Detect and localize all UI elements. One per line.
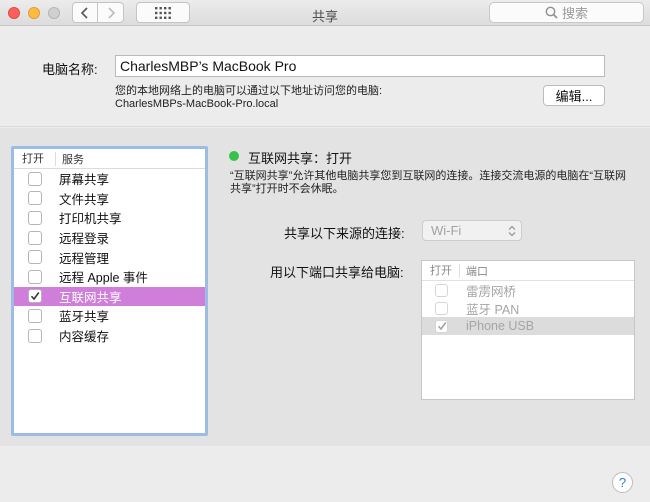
search-field[interactable]: 搜索	[489, 2, 644, 23]
port-row[interactable]: 蓝牙 PAN	[422, 299, 634, 317]
service-row[interactable]: 屏幕共享	[14, 169, 205, 189]
ports-header: 打开 端口	[422, 261, 634, 281]
sharing-status: 互联网共享：打开	[248, 151, 353, 166]
service-checkbox[interactable]	[28, 250, 42, 265]
port-row[interactable]: iPhone USB	[422, 317, 634, 335]
service-label: 屏幕共享	[59, 173, 110, 188]
ports-list[interactable]: 打开 端口 雷雳网桥蓝牙 PAN iPhone USB	[421, 260, 635, 400]
services-list[interactable]: 打开 服务 屏幕共享文件共享打印机共享远程登录远程管理远程 Apple 事件 互联…	[11, 146, 208, 436]
local-address-hint: 您的本地网络上的电脑可以通过以下地址访问您的电脑:	[115, 85, 383, 97]
checkmark-icon	[437, 322, 446, 331]
title-bar: 共享 搜索	[0, 0, 650, 26]
service-label: 文件共享	[59, 192, 110, 207]
port-checkbox[interactable]	[435, 301, 448, 315]
service-label: 内容缓存	[59, 330, 110, 345]
share-to-label: 用以下端口共享给电脑:	[270, 265, 404, 280]
checkmark-icon	[30, 292, 40, 301]
service-row[interactable]: 远程 Apple 事件	[14, 267, 205, 287]
search-icon	[545, 6, 558, 19]
service-row[interactable]: 打印机共享	[14, 208, 205, 228]
help-button[interactable]: ?	[612, 472, 633, 493]
service-checkbox[interactable]	[28, 328, 42, 343]
service-checkbox[interactable]	[28, 171, 42, 186]
service-checkbox[interactable]	[28, 289, 42, 304]
service-row[interactable]: 内容缓存	[14, 326, 205, 346]
services-header: 打开 服务	[14, 149, 205, 169]
ports-column-open[interactable]: 打开	[422, 263, 460, 278]
service-row[interactable]: 蓝牙共享	[14, 306, 205, 326]
column-header-open[interactable]: 打开	[14, 151, 56, 166]
service-checkbox[interactable]	[28, 210, 42, 225]
port-checkbox[interactable]	[435, 283, 448, 297]
computer-name-section: 电脑名称: CharlesMBP’s MacBook Pro 您的本地网络上的电…	[0, 27, 650, 127]
edit-hostname-button[interactable]: 编辑...	[543, 85, 605, 106]
port-row[interactable]: 雷雳网桥	[422, 281, 634, 299]
port-checkbox[interactable]	[435, 319, 448, 333]
computer-name-input[interactable]: CharlesMBP’s MacBook Pro	[115, 55, 605, 77]
service-row[interactable]: 文件共享	[14, 189, 205, 209]
share-from-value: Wi-Fi	[431, 223, 462, 238]
port-label: iPhone USB	[466, 319, 535, 333]
service-row[interactable]: 远程登录	[14, 228, 205, 248]
computer-name-label: 电脑名称:	[42, 62, 98, 77]
sharing-description: “互联网共享”允许其他电脑共享您到互联网的连接。连接交流电源的电脑在“互联网共享…	[230, 170, 626, 195]
search-placeholder: 搜索	[561, 6, 588, 21]
ports-column-port[interactable]: 端口	[460, 263, 488, 279]
service-label: 远程 Apple 事件	[59, 271, 148, 286]
service-label: 蓝牙共享	[59, 310, 110, 325]
updown-chevron-icon	[508, 225, 516, 236]
port-label: 雷雳网桥	[466, 284, 517, 299]
service-label: 远程管理	[59, 251, 110, 266]
service-checkbox[interactable]	[28, 269, 42, 284]
service-label: 互联网共享	[59, 290, 122, 305]
status-indicator-icon	[229, 151, 239, 161]
service-row[interactable]: 远程管理	[14, 247, 205, 267]
port-label: 蓝牙 PAN	[466, 302, 520, 317]
column-header-service[interactable]: 服务	[56, 151, 84, 167]
local-hostname: CharlesMBPs-MacBook-Pro.local	[115, 98, 279, 110]
service-checkbox[interactable]	[28, 308, 42, 323]
service-row[interactable]: 互联网共享	[14, 286, 205, 307]
service-label: 远程登录	[59, 232, 110, 247]
share-from-popup[interactable]: Wi-Fi	[422, 220, 522, 241]
local-address-description: 您的本地网络上的电脑可以通过以下地址访问您的电脑: CharlesMBPs-Ma…	[115, 85, 382, 111]
share-from-label: 共享以下来源的连接:	[284, 226, 405, 241]
service-checkbox[interactable]	[28, 191, 42, 206]
service-label: 打印机共享	[59, 212, 122, 227]
sharing-main-panel: 打开 服务 屏幕共享 文件共享 打印机共享 远程登录 远程管理 远程 Apple 事件 互联…	[0, 128, 650, 446]
service-checkbox[interactable]	[28, 230, 42, 245]
